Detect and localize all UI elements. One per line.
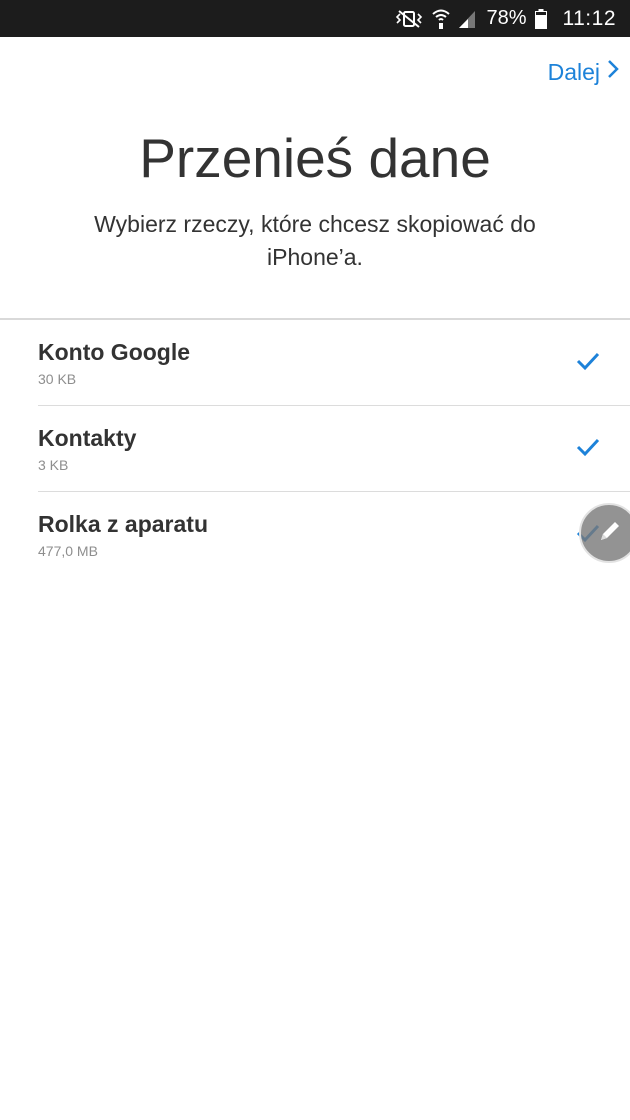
- chevron-right-icon: [606, 58, 620, 86]
- item-title: Konto Google: [38, 339, 191, 365]
- data-list: Konto Google 30 KB Kontakty 3 KB Rolka z…: [0, 320, 630, 578]
- page-subtitle: Wybierz rzeczy, które chcesz skopiować d…: [94, 211, 536, 270]
- battery-icon: [534, 8, 547, 29]
- list-item-google-account[interactable]: Konto Google 30 KB: [0, 320, 630, 406]
- battery-percent: 78%: [486, 7, 527, 29]
- next-button-label: Dalej: [547, 58, 600, 85]
- checkmark-icon[interactable]: [575, 436, 601, 463]
- list-item-contacts[interactable]: Kontakty 3 KB: [0, 406, 630, 492]
- item-size: 477,0 MB: [38, 543, 98, 559]
- list-item-camera-roll[interactable]: Rolka z aparatu 477,0 MB: [0, 492, 630, 578]
- wifi-icon: [432, 8, 451, 30]
- pen-icon: [594, 516, 624, 551]
- next-button[interactable]: Dalej: [548, 58, 620, 86]
- item-title: Rolka z aparatu: [38, 511, 208, 537]
- checkmark-icon[interactable]: [575, 350, 601, 377]
- floating-edit-button[interactable]: [579, 503, 630, 563]
- vibrate-mute-icon: [394, 9, 424, 29]
- item-size: 30 KB: [38, 371, 77, 387]
- page-title: Przenieś dane: [139, 127, 491, 189]
- clock: 11:12: [562, 6, 616, 30]
- status-bar: 78% 11:12: [0, 0, 630, 37]
- item-title: Kontakty: [38, 425, 137, 451]
- signal-icon: [458, 9, 476, 29]
- item-size: 3 KB: [38, 457, 69, 473]
